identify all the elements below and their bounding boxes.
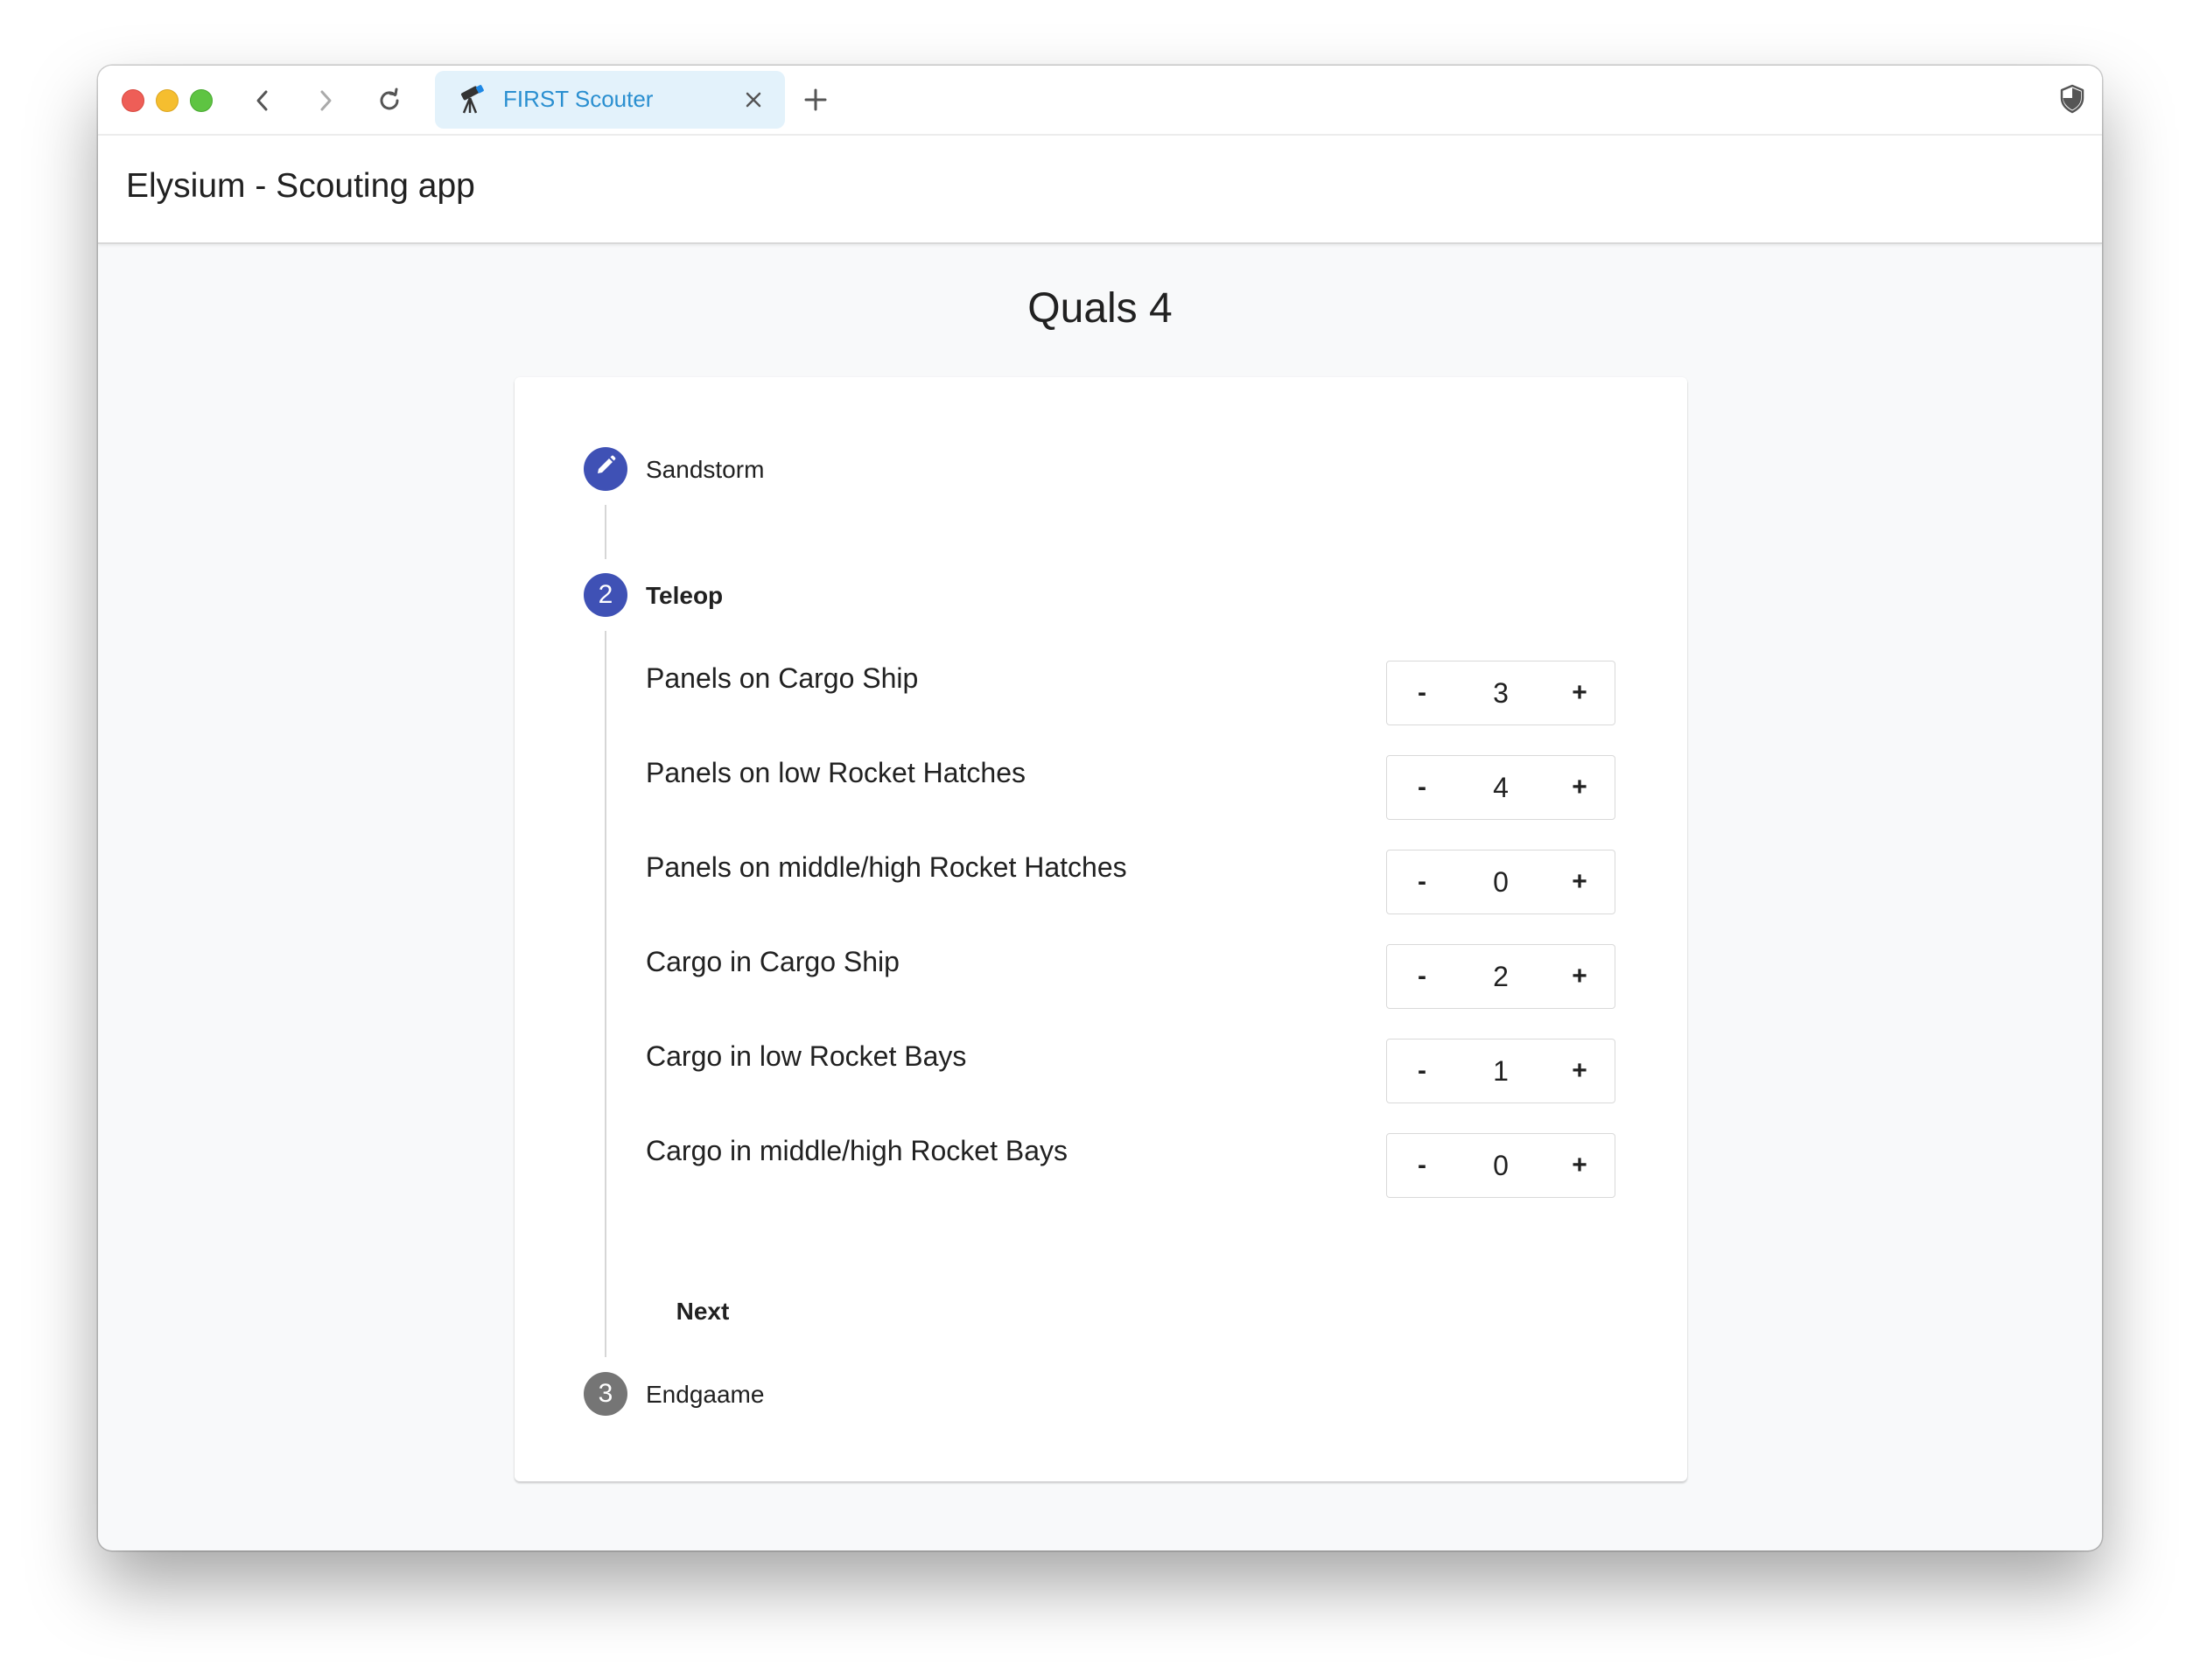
tab-title: FIRST Scouter [503,86,654,112]
step-sandstorm-icon[interactable] [584,447,627,491]
field-label-panels-low-rocket: Panels on low Rocket Hatches [646,757,1026,788]
field-label-panels-cargo-ship: Panels on Cargo Ship [646,662,919,694]
stepper-value: 2 [1493,960,1509,992]
quantity-stepper-panels-cargo-ship: - 3 + [1386,661,1615,725]
increment-button[interactable]: + [1545,850,1615,914]
decrement-button[interactable]: - [1387,756,1457,819]
quantity-stepper-panels-mid-high-rocket: - 0 + [1386,850,1615,914]
next-button[interactable]: Next [646,1284,760,1340]
app-title: Elysium - Scouting app [126,167,475,205]
step-connector [605,505,606,559]
decrement-button[interactable]: - [1387,1040,1457,1102]
minimize-window-button[interactable] [156,89,179,112]
step-connector [605,631,606,1357]
page-title: Quals 4 [1027,285,1173,332]
decrement-button[interactable]: - [1387,945,1457,1008]
step-label-endgame[interactable]: Endgaame [646,1381,764,1409]
reload-icon[interactable] [372,83,407,118]
increment-button[interactable]: + [1545,1040,1615,1102]
stepper-value: 3 [1493,676,1509,709]
stepper-card: Sandstorm 2 Teleop Panels on Cargo Ship … [515,377,1687,1481]
active-tab[interactable]: FIRST Scouter [435,71,785,129]
maximize-window-button[interactable] [190,89,213,112]
increment-button[interactable]: + [1545,662,1615,724]
browser-tab-bar: FIRST Scouter [98,66,2102,136]
step-label-teleop[interactable]: Teleop [646,582,723,610]
field-label-cargo-mid-high-rocket: Cargo in middle/high Rocket Bays [646,1135,1068,1166]
increment-button[interactable]: + [1545,945,1615,1008]
quantity-stepper-panels-low-rocket: - 4 + [1386,755,1615,820]
increment-button[interactable]: + [1545,756,1615,819]
field-label-panels-mid-high-rocket: Panels on middle/high Rocket Hatches [646,851,1127,883]
quantity-stepper-cargo-low-rocket: - 1 + [1386,1039,1615,1103]
decrement-button[interactable]: - [1387,662,1457,724]
new-tab-icon[interactable] [798,82,833,117]
stepper-value: 1 [1493,1054,1509,1087]
step-teleop-icon[interactable]: 2 [584,573,627,617]
forward-arrow-icon[interactable] [308,83,343,118]
quantity-stepper-cargo-cargo-ship: - 2 + [1386,944,1615,1009]
close-tab-icon[interactable] [739,86,767,114]
step-label-sandstorm[interactable]: Sandstorm [646,456,764,484]
step-endgame-icon[interactable]: 3 [584,1372,627,1416]
stepper-value: 4 [1493,771,1509,803]
browser-window: FIRST Scouter Elysium - Scouting app Qua… [98,66,2102,1550]
quantity-stepper-cargo-mid-high-rocket: - 0 + [1386,1133,1615,1198]
field-label-cargo-low-rocket: Cargo in low Rocket Bays [646,1040,967,1072]
telescope-icon [456,84,487,116]
field-label-cargo-cargo-ship: Cargo in Cargo Ship [646,946,900,977]
shield-icon[interactable] [2055,81,2090,116]
decrement-button[interactable]: - [1387,850,1457,914]
increment-button[interactable]: + [1545,1134,1615,1197]
stepper-value: 0 [1493,865,1509,898]
back-arrow-icon[interactable] [245,83,280,118]
stepper-value: 0 [1493,1149,1509,1181]
close-window-button[interactable] [122,89,144,112]
app-bar: Elysium - Scouting app [98,136,2102,244]
pencil-icon [594,454,617,484]
decrement-button[interactable]: - [1387,1134,1457,1197]
